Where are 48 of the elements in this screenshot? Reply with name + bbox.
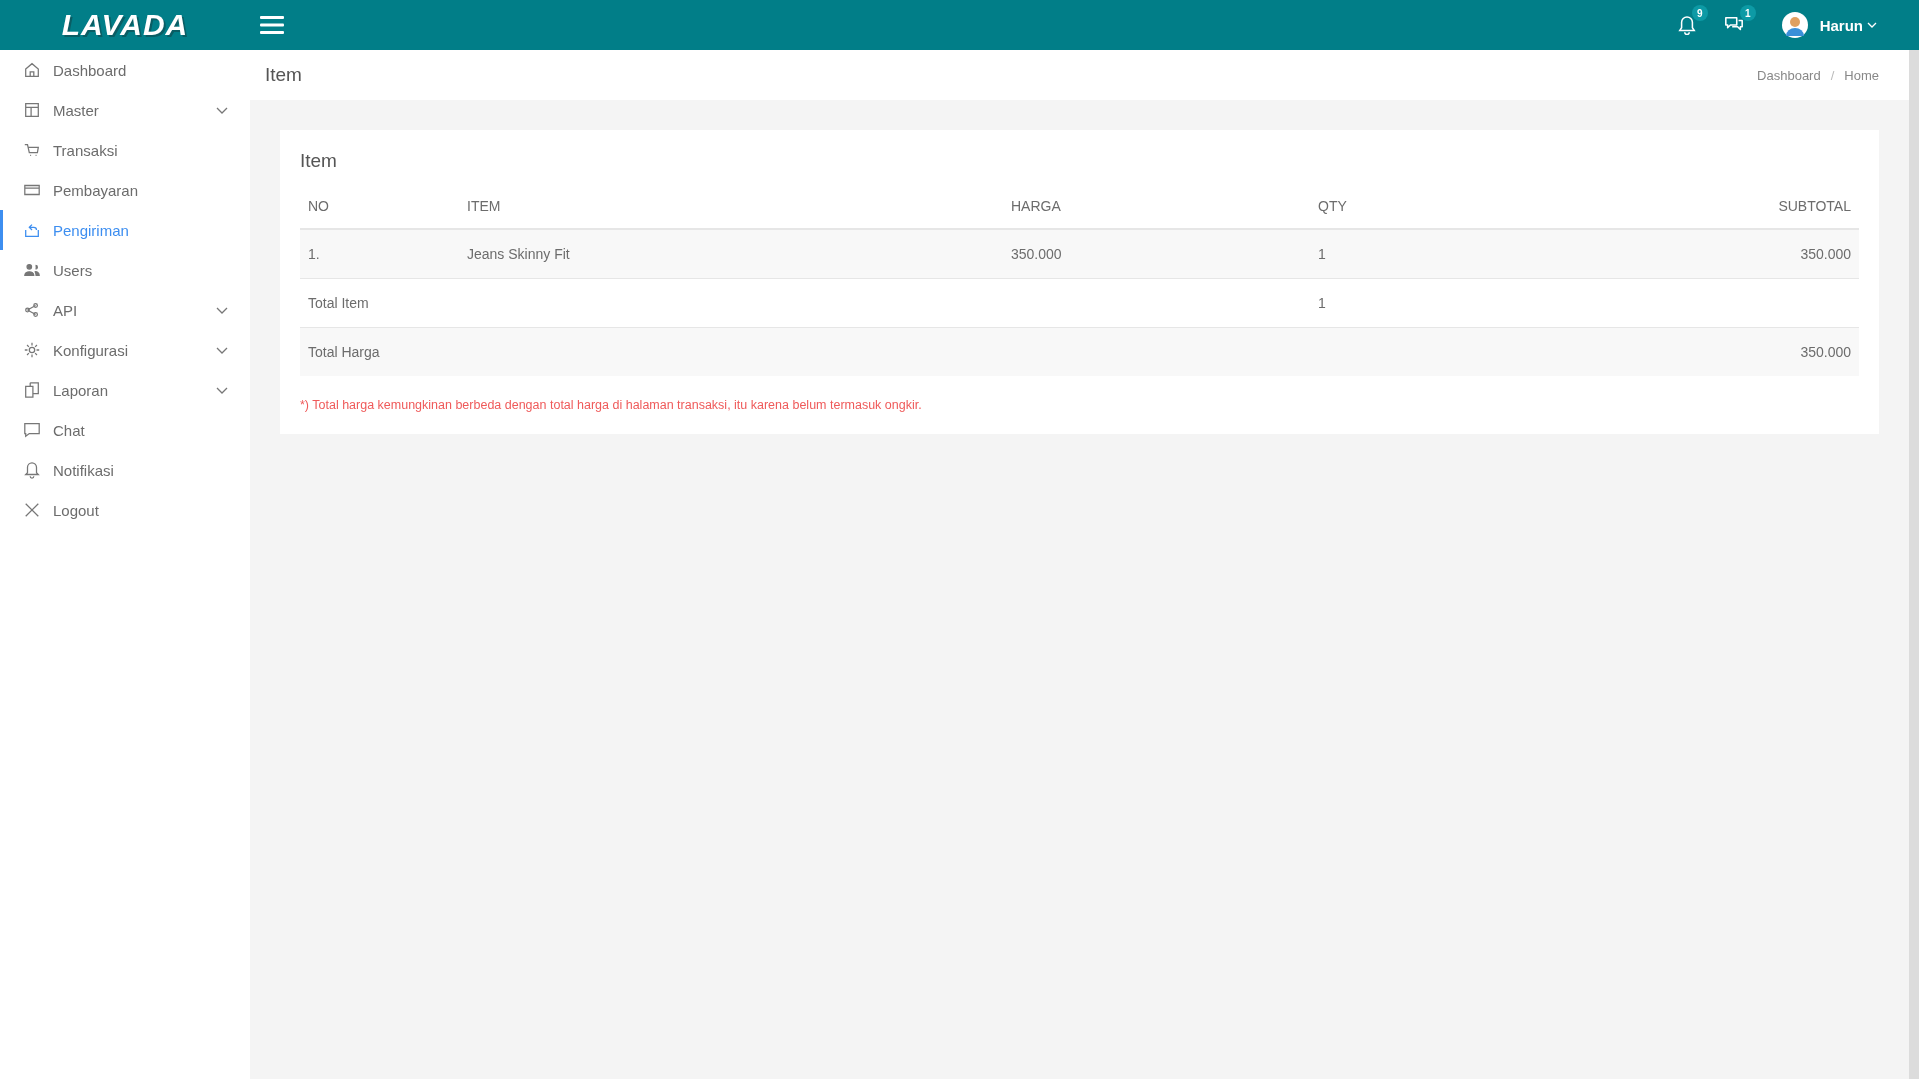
message-count: 1 <box>1739 5 1756 21</box>
total-label: Total Harga <box>308 344 380 360</box>
table-cell: 350.000 <box>1800 344 1851 360</box>
card-title: Item <box>300 150 338 172</box>
cart-icon <box>23 141 41 159</box>
notification-count: 9 <box>1691 5 1708 21</box>
avatar-icon[interactable] <box>1781 12 1808 38</box>
logo[interactable]: LAVADA <box>61 8 189 42</box>
user-menu[interactable]: Harun <box>1819 16 1863 34</box>
sidebar-item[interactable]: Notifikasi <box>0 450 250 490</box>
chevron-down-icon[interactable] <box>216 346 228 354</box>
sidebar-item[interactable]: Laporan <box>0 370 250 410</box>
page-title: Item <box>265 64 302 86</box>
share-icon <box>23 301 41 319</box>
chevron-down-icon[interactable] <box>216 386 228 394</box>
box-arrow-icon <box>23 221 41 239</box>
total-label: Total Item <box>308 295 369 311</box>
sidebar-item[interactable]: API <box>0 290 250 330</box>
breadcrumb-separator: / <box>1830 67 1835 83</box>
table-cell: 1 <box>1310 229 1495 279</box>
speech-bubble-icon <box>23 421 41 439</box>
documents-icon <box>23 381 41 399</box>
sidebar-item[interactable]: Users <box>0 250 250 290</box>
breadcrumb-link[interactable]: Home <box>1844 67 1879 83</box>
sidebar-item[interactable]: Master <box>0 90 250 130</box>
sidebar-item[interactable]: Logout <box>0 490 250 530</box>
home-icon <box>23 61 41 79</box>
sidebar-item[interactable]: Konfigurasi <box>0 330 250 370</box>
sidebar-item[interactable]: Transaksi <box>0 130 250 170</box>
sidebar-item[interactable]: Chat <box>0 410 250 450</box>
scrollbar[interactable] <box>1909 50 1919 1079</box>
chevron-down-icon[interactable] <box>216 106 228 114</box>
table-cell: 350.000 <box>1494 229 1859 279</box>
table-cell: 350.000 <box>1003 229 1310 279</box>
menu-icon[interactable] <box>260 15 284 35</box>
table-cell: 1. <box>300 229 459 279</box>
table-cell: 1 <box>1318 295 1326 311</box>
sidebar-item[interactable]: Dashboard <box>0 50 250 90</box>
table-cell: Jeans Skinny Fit <box>459 229 1003 279</box>
layout-icon <box>23 101 41 119</box>
note-text: *) Total harga kemungkinan berbeda dengan total harga di halaman transaksi, itu karena belum termasuk ongkir. <box>300 398 923 412</box>
chevron-down-icon[interactable] <box>216 306 228 314</box>
users-icon <box>23 261 41 279</box>
sidebar-item[interactable]: Pembayaran <box>0 170 250 210</box>
bell-icon[interactable] <box>1677 15 1696 35</box>
close-icon <box>23 501 41 519</box>
breadcrumb-link[interactable]: Dashboard <box>1757 67 1821 83</box>
bell-icon <box>23 461 41 479</box>
